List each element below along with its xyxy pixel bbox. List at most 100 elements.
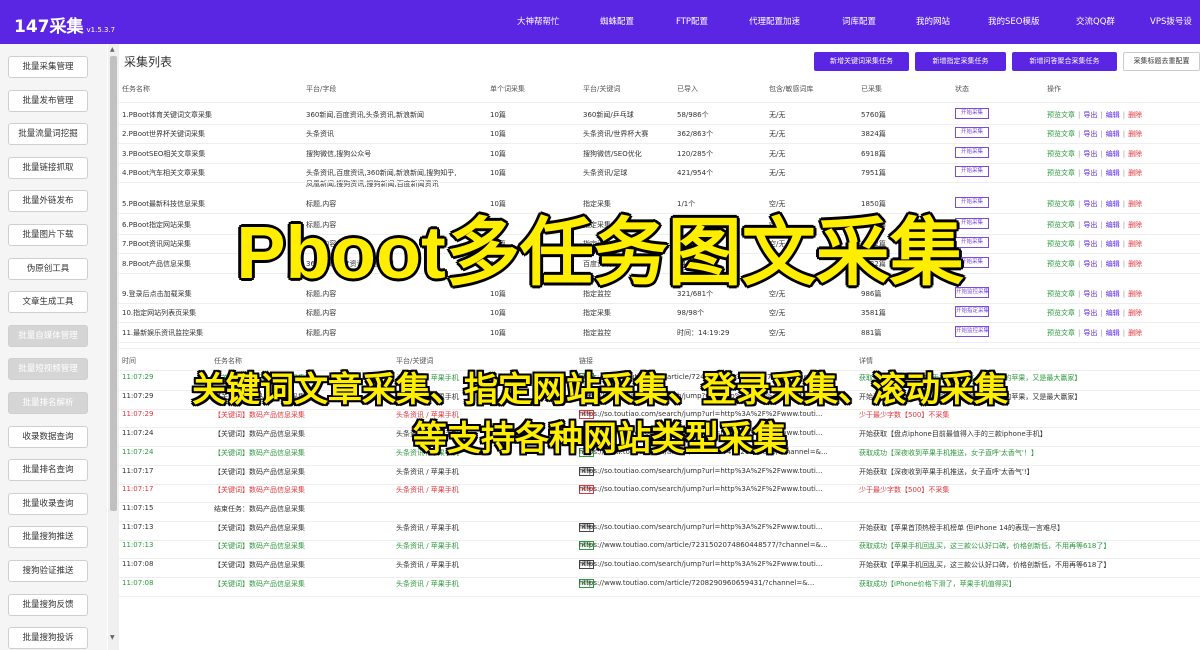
sidebar-item[interactable]: 搜狗验证推送	[8, 560, 88, 582]
task-column-header: 包含/敏感词库	[769, 85, 814, 93]
sidebar-item[interactable]: 批量收录查询	[8, 492, 88, 515]
title-dedupe-config-button[interactable]: 采集标题去重配置	[1123, 52, 1200, 71]
log-time: 11:07:08	[122, 578, 154, 587]
log-detail: 少于最少字数【500】不采集	[859, 486, 950, 495]
task-fields: 搜狗微信,搜狗公众号	[306, 150, 372, 158]
export-link[interactable]: 导出	[1083, 111, 1097, 119]
sidebar-item[interactable]: 批量搜狗投诉	[8, 627, 88, 650]
overlay-subtitle-2: 等支持各种网站类型采集	[413, 419, 787, 459]
edit-link[interactable]: 编辑	[1106, 130, 1120, 138]
export-link[interactable]: 导出	[1083, 150, 1097, 158]
log-detail: 获取成功【苹果手机回乱买，这三款公认好口碑，价格创新低，不用再等618了】	[859, 542, 1111, 551]
sidebar-item[interactable]: 批量搜狗推送	[8, 526, 88, 549]
sidebar-item[interactable]: 批量流量词挖掘	[8, 123, 88, 146]
preview-link[interactable]: 预览文章	[1047, 169, 1075, 177]
export-link[interactable]: 导出	[1083, 329, 1097, 337]
preview-link[interactable]: 预览文章	[1047, 150, 1075, 158]
log-url[interactable]: https://so.toutiao.com/search/jump?url=h…	[579, 485, 822, 493]
log-platform: 头条资讯 / 苹果手机	[396, 523, 459, 532]
nav-item[interactable]: VPS拨号设	[1150, 0, 1192, 44]
task-collected: 3581篇	[861, 309, 886, 317]
divider	[119, 303, 1200, 304]
scroll-down-icon[interactable]: ▼	[110, 634, 115, 641]
sidebar-item[interactable]: 批量采集管理	[8, 56, 88, 78]
log-task: 【关键词】数码产品信息采集	[214, 579, 305, 588]
log-url[interactable]: https://so.toutiao.com/search/jump?url=h…	[579, 560, 822, 568]
preview-link[interactable]: 预览文章	[1047, 130, 1075, 138]
log-platform: 头条资讯 / 苹果手机	[396, 542, 459, 551]
log-url[interactable]: https://so.toutiao.com/search/jump?url=h…	[579, 467, 822, 475]
delete-link[interactable]: 删除	[1128, 329, 1142, 337]
separator: |	[1078, 309, 1081, 317]
task-actions: 预览文章 | 导出 | 编辑 | 删除	[1047, 328, 1142, 338]
sidebar-item[interactable]: 批量发布管理	[8, 89, 88, 112]
status-button[interactable]: 开始监控采集	[955, 326, 989, 337]
log-row: 11:07:13 【关键词】数码产品信息采集 头条资讯 / 苹果手机 采集 https:…	[119, 522, 1200, 541]
edit-link[interactable]: 编辑	[1106, 309, 1120, 317]
sidebar-item[interactable]: 批量排名查询	[8, 459, 88, 482]
export-link[interactable]: 导出	[1083, 309, 1097, 317]
log-url[interactable]: https://so.toutiao.com/search/jump?url=h…	[579, 523, 822, 531]
export-link[interactable]: 导出	[1083, 169, 1097, 177]
preview-link[interactable]: 预览文章	[1047, 111, 1075, 119]
preview-link[interactable]: 预览文章	[1047, 329, 1075, 337]
delete-link[interactable]: 删除	[1128, 111, 1142, 119]
divider	[119, 143, 1200, 144]
log-platform: 头条资讯 / 苹果手机	[396, 561, 459, 569]
nav-item[interactable]: 大神帮帮忙	[517, 0, 560, 44]
sidebar-item[interactable]: 批量链接抓取	[8, 156, 88, 179]
task-name: 2.PBoot世界杯关键词采集	[122, 130, 206, 138]
nav-item[interactable]: 我的SEO模版	[988, 0, 1039, 44]
scroll-up-icon[interactable]: ▲	[110, 46, 115, 53]
nav-item[interactable]: 代理配置加速	[749, 0, 800, 44]
sidebar-item[interactable]: 批量搜狗反馈	[8, 593, 88, 616]
log-url[interactable]: https://www.toutiao.com/article/72082909…	[579, 579, 814, 587]
separator: |	[1078, 150, 1081, 158]
divider	[119, 322, 1200, 323]
task-column-header: 状态	[955, 85, 969, 93]
task-keyword: 头条资讯/世界杯大赛	[583, 130, 649, 138]
nav-item[interactable]: 蜘蛛配置	[600, 0, 634, 44]
status-button[interactable]: 开始指定采集	[955, 306, 989, 317]
task-column-header: 单个词采集	[490, 85, 525, 93]
divider	[119, 342, 1200, 343]
task-dict: 无/无	[769, 150, 786, 158]
status-button[interactable]: 开始采集	[955, 147, 989, 158]
edit-link[interactable]: 编辑	[1106, 329, 1120, 337]
delete-link[interactable]: 删除	[1128, 309, 1142, 317]
nav-item[interactable]: 我的网站	[916, 0, 950, 44]
task-column-header: 平台/关键词	[583, 85, 621, 93]
task-imported: 时间：14:19:29	[677, 329, 730, 337]
task-column-header: 已导入	[677, 85, 698, 93]
add-qa-task-button[interactable]: 新增问答聚合采集任务	[1012, 52, 1117, 71]
nav-item[interactable]: 交流QQ群	[1076, 0, 1115, 44]
export-link[interactable]: 导出	[1083, 130, 1097, 138]
delete-link[interactable]: 删除	[1128, 130, 1142, 138]
log-time: 11:07:08	[122, 560, 154, 568]
preview-link[interactable]: 预览文章	[1047, 309, 1075, 317]
edit-link[interactable]: 编辑	[1106, 169, 1120, 177]
status-button[interactable]: 开始采集	[955, 166, 989, 177]
task-actions: 预览文章 | 导出 | 编辑 | 删除	[1047, 168, 1142, 178]
task-fields: 头条资讯	[306, 130, 334, 138]
delete-link[interactable]: 删除	[1128, 150, 1142, 158]
task-collected: 6918篇	[861, 150, 886, 158]
log-task: 【关键词】数码产品信息采集	[214, 523, 305, 532]
log-url[interactable]: https://www.toutiao.com/article/72315020…	[579, 541, 828, 549]
nav-item[interactable]: 词库配置	[842, 0, 876, 44]
nav-item[interactable]: FTP配置	[676, 0, 708, 44]
separator: |	[1100, 329, 1103, 337]
status-button[interactable]: 开始采集	[955, 127, 989, 138]
add-targeted-task-button[interactable]: 新增指定采集任务	[915, 52, 1006, 71]
task-imported: 58/986个	[677, 111, 709, 119]
edit-link[interactable]: 编辑	[1106, 111, 1120, 119]
edit-link[interactable]: 编辑	[1106, 150, 1120, 158]
log-time: 11:07:15	[122, 503, 154, 512]
delete-link[interactable]: 删除	[1128, 169, 1142, 177]
separator: |	[1100, 150, 1103, 158]
task-fields: 标题,内容	[306, 309, 337, 317]
separator: |	[1078, 329, 1081, 337]
separator: |	[1122, 130, 1126, 138]
add-keyword-task-button[interactable]: 新增关键词采集任务	[814, 52, 909, 71]
status-button[interactable]: 开始采集	[955, 108, 989, 119]
